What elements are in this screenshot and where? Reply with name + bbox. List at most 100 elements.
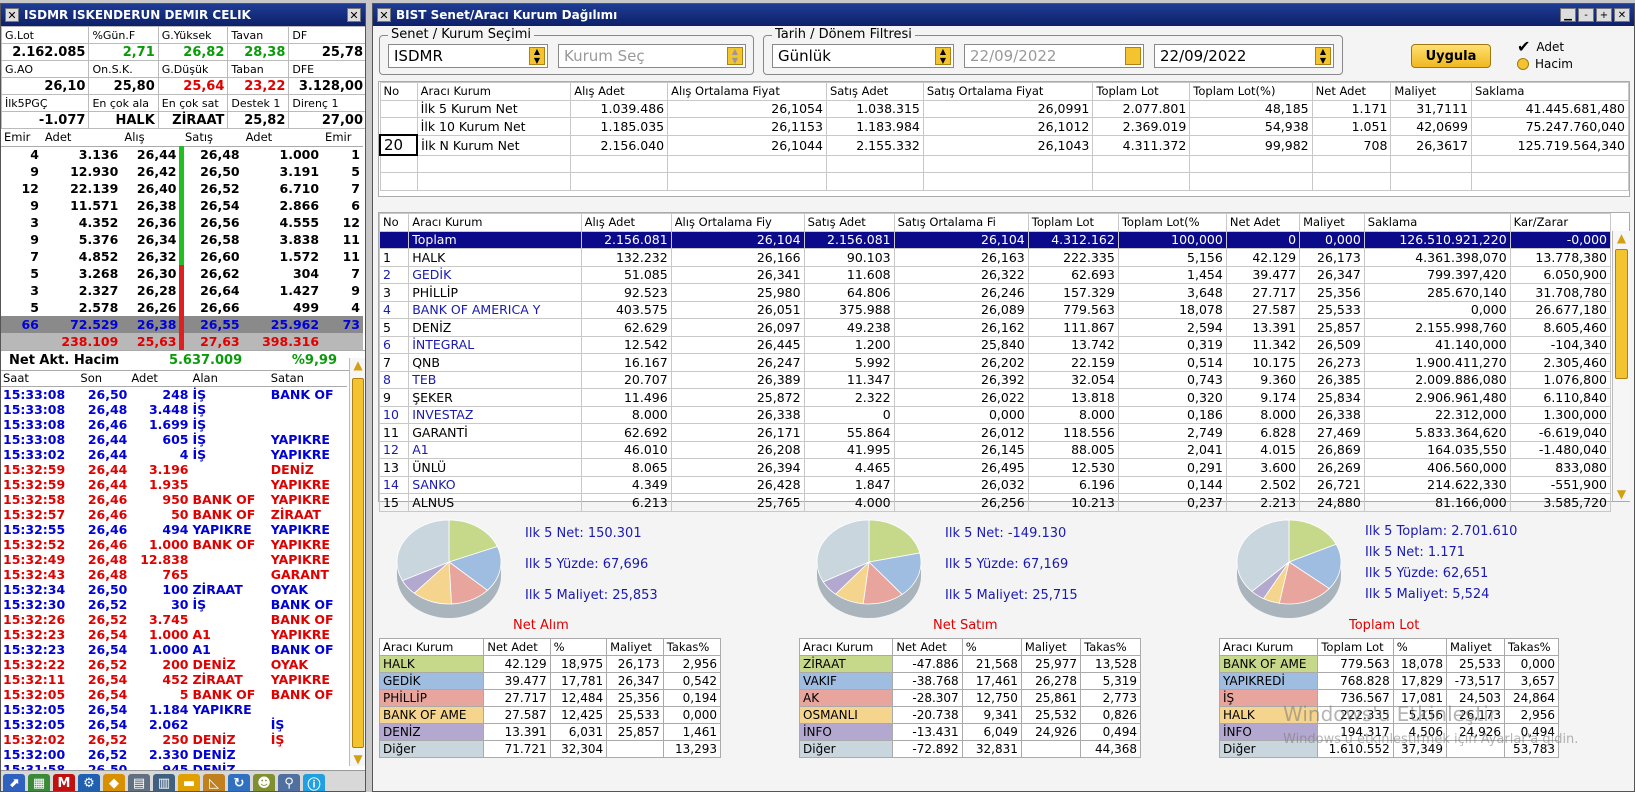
summary-table-row[interactable]: 20 İlk N Kurum Net 2.156.040 26,1044 2.155.3… [378, 134, 1630, 156]
panel-table-row[interactable]: ZİRAAT -47.886 21,568 25,977 13,528 [798, 655, 1141, 673]
trade-row[interactable]: 15:32:05 26,54 1.184 YAPIKRE [1, 702, 347, 717]
trade-row[interactable]: 15:32:05 26,54 5 BANK OF BANK OF [1, 687, 347, 702]
orderbook-row[interactable]: 5 3.268 26,30 26,62 304 7 [1, 265, 363, 282]
adet-option[interactable]: ✔ Adet [1517, 37, 1564, 56]
trade-row[interactable]: 15:33:02 26,44 4 İŞ YAPIKRE [1, 447, 347, 462]
document-icon[interactable]: ▤ [128, 773, 150, 791]
broker-row[interactable]: 5 DENİZ 62.629 26,097 49.238 26,162 111.867 2,5… [378, 318, 1612, 337]
panel-table-row[interactable]: İNFO -13.431 6,049 24,926 0,494 [798, 723, 1141, 741]
chart-icon[interactable]: ⬈ [3, 773, 25, 791]
trade-row[interactable]: 15:32:57 26,46 50 BANK OF ZİRAAT [1, 507, 347, 522]
broker-scrollbar[interactable]: ▲ ▼ [1612, 231, 1630, 501]
scroll-down-icon[interactable]: ▼ [1614, 487, 1629, 501]
matriks-logo-icon[interactable]: M [53, 773, 75, 791]
trade-row[interactable]: 15:32:52 26,46 1.000 BANK OF YAPIKRE [1, 537, 347, 552]
people-icon[interactable]: ☻ [253, 773, 275, 791]
scroll-down-icon[interactable]: ▼ [351, 752, 365, 766]
panel-table-row[interactable]: PHİLLİP 27.717 12,484 25,356 0,194 [378, 689, 722, 707]
orderbook-row[interactable]: 9 5.376 26,34 26,58 3.838 11 [1, 231, 363, 248]
grid-icon[interactable]: ▦ [28, 773, 50, 791]
shrink-button[interactable]: - [1578, 8, 1594, 22]
orderbook-row[interactable]: 5 2.578 26,26 26,66 499 4 [1, 299, 363, 316]
scroll-up-icon[interactable]: ▲ [351, 358, 365, 372]
diamond-icon[interactable]: ◆ [103, 773, 125, 791]
trade-row[interactable]: 15:33:08 26,48 3.448 İŞ [1, 402, 347, 417]
folder-icon[interactable]: ▬ [178, 773, 200, 791]
trades-scrollbar[interactable]: ▲ ▼ [349, 358, 365, 766]
ruler-icon[interactable]: ◺ [203, 773, 225, 791]
trade-row[interactable]: 15:32:34 26,50 100 ZİRAAT OYAK [1, 582, 347, 597]
broker-row[interactable]: 12 A1 46.010 26,208 41.995 26,145 88.005 2,041 4… [378, 440, 1612, 459]
orderbook-row[interactable]: 9 11.571 26,38 26,54 2.866 6 [1, 197, 363, 214]
trade-row[interactable]: 15:32:22 26,52 200 DENİZ OYAK [1, 657, 347, 672]
panel-table-row[interactable]: Diğer -72.892 32,831 44,368 [798, 740, 1141, 758]
trade-row[interactable]: 15:33:08 26,44 605 İŞ YAPIKRE [1, 432, 347, 447]
info-icon[interactable]: ⓘ [303, 773, 325, 791]
trade-row[interactable]: 15:32:58 26,46 950 BANK OF YAPIKRE [1, 492, 347, 507]
panel-table-row[interactable]: YAPIKREDİ 768.828 17,829 -73,517 3,657 [1218, 672, 1559, 690]
summary-table-row[interactable]: İlk 10 Kurum Net 1.185.035 26,1153 1.183.98… [379, 117, 1630, 136]
broker-row[interactable]: 15 ALNUS 6.213 25,765 4.000 26,256 10.213 0,237… [378, 493, 1612, 512]
trade-row[interactable]: 15:33:08 26,46 1.699 İŞ [1, 417, 347, 432]
trade-row[interactable]: 15:33:08 26,50 248 İŞ BANK OF [1, 386, 347, 402]
close-icon[interactable]: ✕ [5, 8, 19, 22]
trade-row[interactable]: 15:32:30 26,52 30 İŞ BANK OF [1, 597, 347, 612]
orderbook-row[interactable]: 7 4.852 26,32 26,60 1.572 11 [1, 248, 363, 265]
broker-select[interactable]: Kurum Seç ▲ ▼ [558, 44, 746, 68]
trade-row[interactable]: 15:32:23 26,54 1.000 A1 BANK OF [1, 642, 347, 657]
trade-row[interactable]: 15:32:23 26,54 1.000 A1 YAPIKRE [1, 627, 347, 642]
panel-table-row[interactable]: AK -28.307 12,750 25,861 2,773 [798, 689, 1141, 707]
chevron-down-icon[interactable]: ▲ ▼ [727, 47, 743, 65]
scroll-thumb[interactable] [1615, 249, 1628, 379]
maximize-button[interactable]: + [1596, 8, 1612, 22]
trade-row[interactable]: 15:32:43 26,48 765 GARANT [1, 567, 347, 582]
panel-table-row[interactable]: HALK 42.129 18,975 26,173 2,956 [378, 655, 722, 673]
broker-row[interactable]: 2 GEDİK 51.085 26,341 11.608 26,322 62.693 1,45… [378, 265, 1612, 284]
broker-row[interactable]: 10 INVESTAZ 8.000 26,338 0 0,000 8.000 0,186 8.0… [378, 405, 1612, 424]
summary-table-row[interactable]: İlk 5 Kurum Net 1.039.486 26,1054 1.038.315… [379, 99, 1630, 118]
minimize-button[interactable]: ▁ [1560, 8, 1576, 22]
scroll-up-icon[interactable]: ▲ [1614, 231, 1629, 245]
calculator-icon[interactable]: ▥ [153, 773, 175, 791]
broker-total-row[interactable]: Toplam 2.156.081 26,104 2.156.081 26,104 4.31… [378, 230, 1612, 249]
broker-row[interactable]: 7 QNB 16.167 26,247 5.992 26,202 22.159 0,514 10… [378, 353, 1612, 372]
panel-table-row[interactable]: DENİZ 13.391 6,031 25,857 1,461 [378, 723, 722, 741]
broker-row[interactable]: 13 ÜNLÜ 8.065 26,394 4.465 26,495 12.530 0,291 3… [378, 458, 1612, 477]
orderbook-row[interactable]: 3 4.352 26,36 26,56 4.555 12 [1, 214, 363, 231]
trade-row[interactable]: 15:32:59 26,44 1.935 YAPIKRE [1, 477, 347, 492]
window-close-button[interactable]: ✕ [347, 8, 361, 22]
trade-row[interactable]: 15:32:02 26,52 250 DENİZ İŞ [1, 732, 347, 747]
symbol-select[interactable]: ISDMR ▲ ▼ [388, 44, 548, 68]
broker-row[interactable]: 8 TEB 20.707 26,389 11.347 26,392 32.054 0,743 9… [378, 370, 1612, 389]
panel-table-row[interactable]: BANK OF AME 27.587 12,425 25,533 0,000 [378, 706, 722, 724]
trade-row[interactable]: 15:32:00 26,52 2.330 DENİZ [1, 747, 347, 762]
trade-row[interactable]: 15:32:26 26,52 3.745 BANK OF [1, 612, 347, 627]
panel-table-row[interactable]: GEDİK 39.477 17,781 26,347 0,542 [378, 672, 722, 690]
trade-row[interactable]: 15:32:55 26,46 494 YAPIKRE YAPIKRE [1, 522, 347, 537]
scroll-thumb[interactable] [352, 378, 364, 748]
broker-row[interactable]: 9 ŞEKER 11.496 25,872 2.322 26,022 13.818 0,320… [378, 388, 1612, 407]
broker-row[interactable]: 1 HALK 132.232 26,166 90.103 26,163 222.335 5,1… [378, 248, 1612, 267]
close-icon[interactable]: ✕ [377, 8, 391, 22]
date-from-field[interactable]: 22/09/2022 [964, 44, 1144, 68]
broker-row[interactable]: 3 PHİLLİP 92.523 25,980 64.806 26,246 157.329 3… [378, 283, 1612, 302]
broker-row[interactable]: 4 BANK OF AMERICA Y 403.575 26,051 375.988 26… [378, 300, 1612, 319]
chevron-down-icon[interactable]: ▲ ▼ [1315, 47, 1331, 65]
orderbook-row[interactable]: 9 12.930 26,42 26,50 3.191 5 [1, 163, 363, 180]
period-select[interactable]: Günlük ▲ ▼ [772, 44, 954, 68]
panel-table-row[interactable]: BANK OF AME 779.563 18,078 25,533 0,000 [1218, 655, 1559, 673]
trade-row[interactable]: 15:32:05 26,54 2.062 İŞ [1, 717, 347, 732]
calendar-icon[interactable] [1125, 47, 1141, 65]
chevron-down-icon[interactable]: ▲ ▼ [935, 47, 951, 65]
checkmark-icon[interactable]: ✔ [1517, 37, 1530, 56]
broker-row[interactable]: 11 GARANTİ 62.692 26,171 55.864 26,012 118.556… [378, 423, 1612, 442]
window-close-button[interactable]: ✕ [1614, 8, 1630, 22]
search-icon[interactable]: ⚲ [278, 773, 300, 791]
orderbook-row[interactable]: 3 2.327 26,28 26,64 1.427 9 [1, 282, 363, 299]
hacim-option[interactable]: Hacim [1517, 57, 1573, 71]
refresh-icon[interactable]: ↻ [228, 773, 250, 791]
panel-table-row[interactable]: Diğer 71.721 32,304 13,293 [378, 740, 722, 758]
broker-row[interactable]: 14 SANKO 4.349 26,428 1.847 26,032 6.196 0,144 2… [378, 475, 1612, 494]
apply-button[interactable]: Uygula [1411, 44, 1491, 68]
trade-row[interactable]: 15:32:59 26,44 3.196 DENİZ [1, 462, 347, 477]
